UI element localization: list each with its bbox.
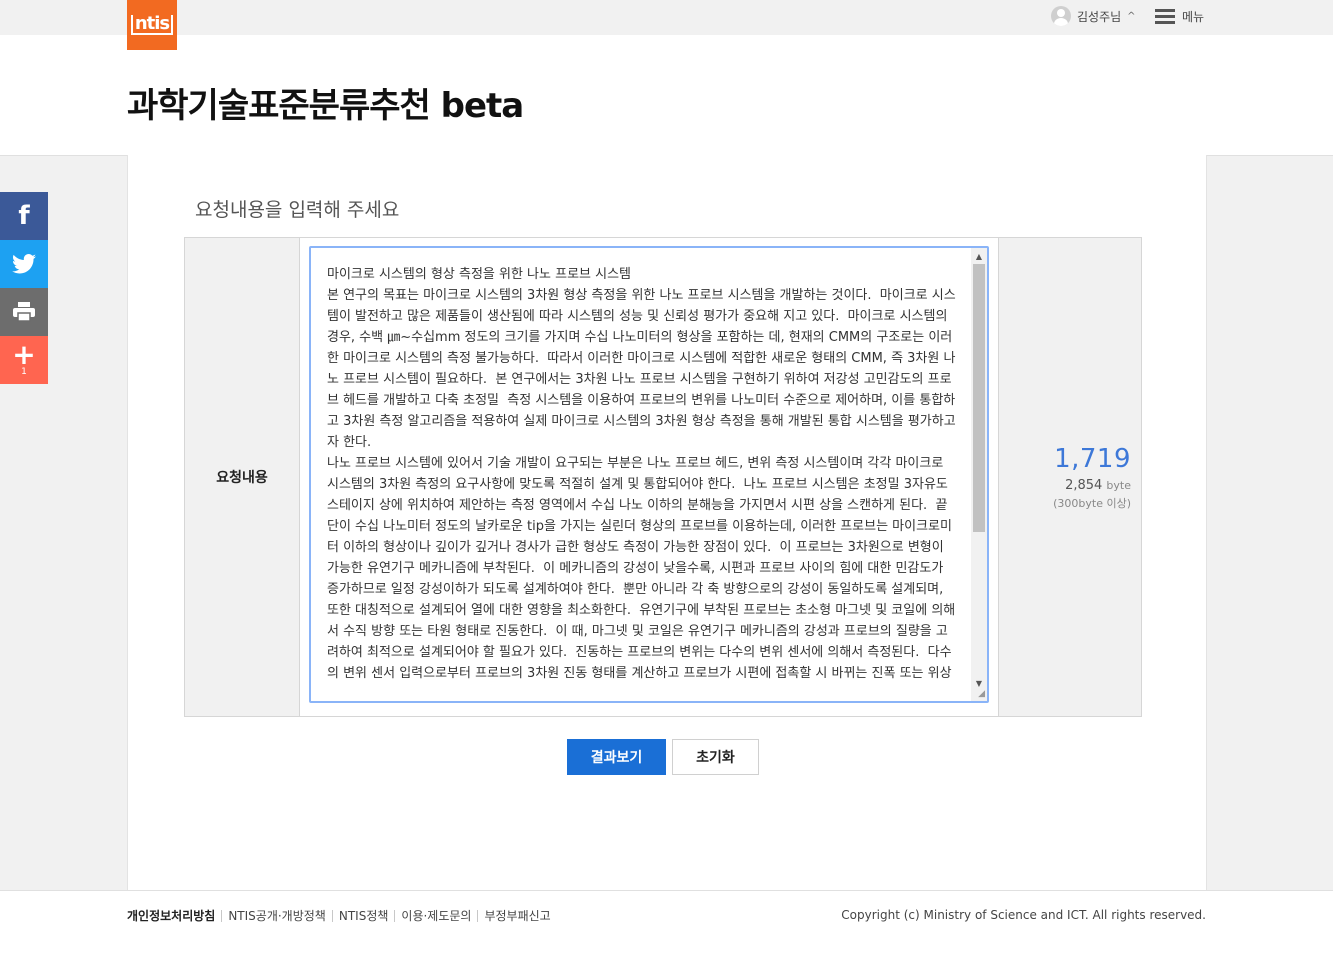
avatar-icon — [1051, 6, 1071, 26]
twitter-icon — [12, 254, 36, 274]
plus-icon: + — [12, 338, 36, 371]
footer-divider — [394, 909, 396, 922]
hamburger-icon — [1155, 9, 1175, 24]
request-label: 요청내용 — [216, 470, 268, 486]
request-text[interactable]: 마이크로 시스템의 형상 측정을 위한 나노 프로브 시스템 본 연구의 목표는… — [327, 264, 957, 684]
byte-count-line: 2,854 byte — [1065, 478, 1131, 493]
main-content: 요청내용을 입력해 주세요 요청내용 마이크로 시스템의 형상 측정을 위한 나… — [127, 155, 1207, 890]
request-textarea[interactable]: 마이크로 시스템의 형상 측정을 위한 나노 프로브 시스템 본 연구의 목표는… — [309, 246, 989, 703]
byte-unit: byte — [1106, 478, 1131, 492]
facebook-share-button[interactable]: f — [0, 192, 48, 240]
textarea-scrollbar[interactable]: ▲ ▼ — [971, 248, 987, 701]
footer-divider — [331, 909, 333, 922]
button-row: 결과보기 초기화 — [567, 739, 759, 775]
textarea-cell: 마이크로 시스템의 형상 측정을 위한 나노 프로브 시스템 본 연구의 목표는… — [299, 238, 999, 716]
print-button[interactable] — [0, 288, 48, 336]
footer: 개인정보처리방침 NTIS공개·개방정책 NTIS정책 이용·제도문의 부정부패… — [0, 890, 1333, 959]
user-name: 김성주님 — [1077, 9, 1122, 24]
byte-count: 2,854 — [1065, 477, 1103, 493]
reset-button[interactable]: 초기화 — [672, 739, 759, 775]
page-title: 과학기술표준분류추천 beta — [127, 86, 524, 126]
printer-icon — [13, 302, 35, 322]
input-prompt: 요청내용을 입력해 주세요 — [195, 199, 400, 221]
scroll-up-arrow-icon[interactable]: ▲ — [971, 248, 987, 264]
footer-links: 개인정보처리방침 NTIS공개·개방정책 NTIS정책 이용·제도문의 부정부패… — [127, 907, 551, 924]
counter-cell: 1,719 2,854 byte (300byte 이상) — [999, 238, 1141, 716]
social-share-bar: f + 1 — [0, 192, 48, 384]
footer-link-privacy[interactable]: 개인정보처리방침 — [127, 907, 215, 924]
footer-link-ntis-policy[interactable]: NTIS정책 — [339, 907, 389, 924]
footer-divider — [477, 909, 479, 922]
twitter-share-button[interactable] — [0, 240, 48, 288]
scroll-thumb[interactable] — [973, 264, 985, 532]
chevron-up-icon: ^ — [1127, 10, 1136, 22]
char-count: 1,719 — [1054, 443, 1131, 474]
view-results-button[interactable]: 결과보기 — [567, 739, 666, 775]
menu-button[interactable]: 메뉴 — [1155, 8, 1204, 25]
copyright: Copyright (c) Ministry of Science and IC… — [841, 908, 1206, 922]
request-form: 요청내용 마이크로 시스템의 형상 측정을 위한 나노 프로브 시스템 본 연구… — [184, 237, 1142, 717]
facebook-icon: f — [18, 201, 30, 231]
footer-link-corruption-report[interactable]: 부정부패신고 — [484, 907, 550, 924]
logo-text: ntis — [130, 15, 174, 35]
share-count: 1 — [21, 367, 27, 377]
resize-grip-icon[interactable]: ◢ — [978, 690, 985, 699]
footer-link-inquiry[interactable]: 이용·제도문의 — [401, 907, 471, 924]
byte-minimum: (300byte 이상) — [1053, 496, 1131, 510]
more-share-button[interactable]: + 1 — [0, 336, 48, 384]
footer-divider — [221, 909, 223, 922]
user-menu[interactable]: 김성주님 ^ — [1051, 6, 1136, 26]
footer-link-open-policy[interactable]: NTIS공개·개방정책 — [228, 907, 326, 924]
ntis-logo[interactable]: ntis — [127, 0, 177, 50]
menu-label: 메뉴 — [1182, 10, 1205, 24]
